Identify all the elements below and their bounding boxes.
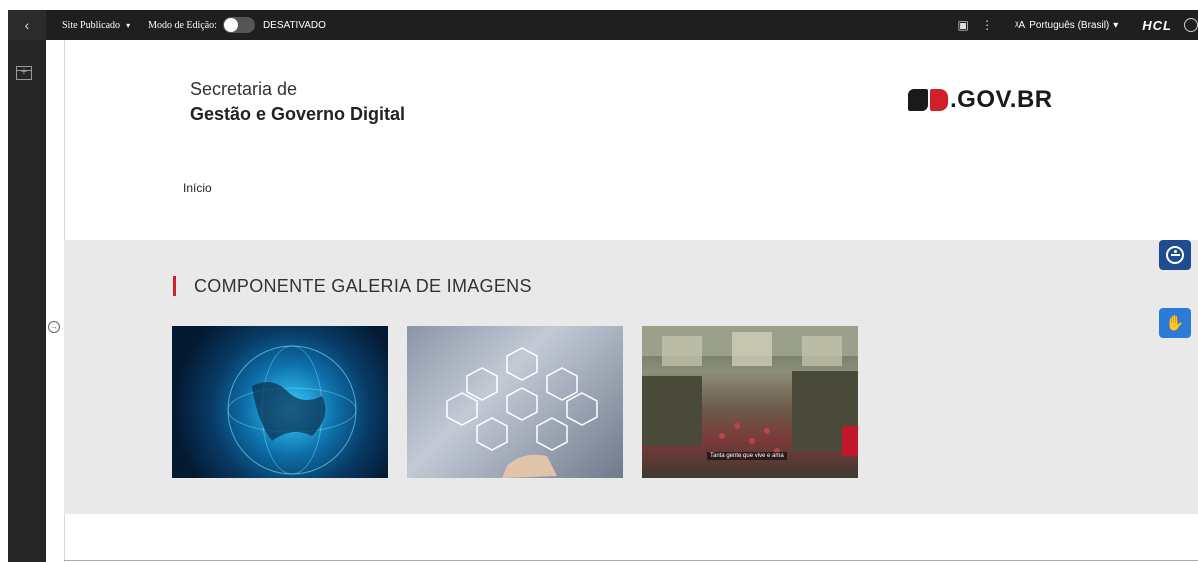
logo-p-shape	[930, 89, 948, 111]
edit-mode-label: Modo de Edição:	[148, 19, 217, 31]
chevron-down-icon: ▾	[1113, 19, 1119, 31]
gallery-title: COMPONENTE GALERIA DE IMAGENS	[194, 276, 532, 296]
add-component-icon[interactable]: +	[16, 66, 32, 80]
site-selector[interactable]: Site Publicado ▾	[62, 20, 130, 31]
logo-text: .GOV.BR	[950, 86, 1053, 113]
globe-graphic	[227, 345, 357, 475]
translate-icon: ᵡA	[1015, 19, 1026, 31]
top-toolbar: ‹ Site Publicado ▾ Modo de Edição: DESAT…	[8, 10, 1198, 40]
logo-s-shape	[908, 89, 928, 111]
site-label: Site Publicado	[62, 19, 121, 31]
more-vertical-icon[interactable]: ⋮	[975, 10, 999, 40]
footer-divider	[64, 560, 1198, 561]
edit-mode: Modo de Edição: DESATIVADO	[148, 17, 326, 33]
globe-image[interactable]	[172, 326, 388, 478]
chevron-down-icon: ▾	[126, 20, 131, 30]
language-label: Português (Brasil)	[1029, 19, 1110, 31]
secretaria-title-line2: Gestão e Governo Digital	[190, 104, 406, 124]
side-panel: +	[8, 40, 46, 562]
help-icon[interactable]	[1184, 18, 1198, 32]
toolbar-right: ▣ ⋮ ᵡA Português (Brasil) ▾ HCL	[951, 10, 1198, 40]
chevron-left-icon: ‹	[24, 17, 30, 33]
edit-mode-status: DESATIVADO	[262, 19, 326, 31]
panel-icon[interactable]: ▣	[951, 10, 975, 40]
language-selector[interactable]: ᵡA Português (Brasil) ▾	[1015, 20, 1118, 31]
breadcrumb[interactable]: Início	[183, 181, 212, 195]
back-button[interactable]: ‹	[8, 10, 46, 40]
expand-panel-icon[interactable]: →	[48, 321, 60, 333]
hexagon-icons-graphic	[446, 347, 598, 478]
title-accent-bar	[173, 276, 176, 296]
toggle-knob	[223, 18, 238, 32]
sp-gov-logo[interactable]: .GOV.BR	[908, 86, 1053, 114]
business-icons-image[interactable]	[407, 326, 623, 478]
sign-language-icon: ✋	[1165, 315, 1185, 332]
market-image-caption: Tanta gente que vive e ama	[707, 452, 787, 460]
edit-mode-toggle[interactable]	[222, 17, 255, 33]
hcl-logo: HCL	[1142, 17, 1172, 33]
sign-language-button[interactable]: ✋	[1159, 308, 1191, 338]
secretaria-title-line1: Secretaria de	[190, 79, 298, 99]
accessibility-button[interactable]	[1159, 240, 1191, 270]
accessibility-icon	[1166, 246, 1184, 264]
